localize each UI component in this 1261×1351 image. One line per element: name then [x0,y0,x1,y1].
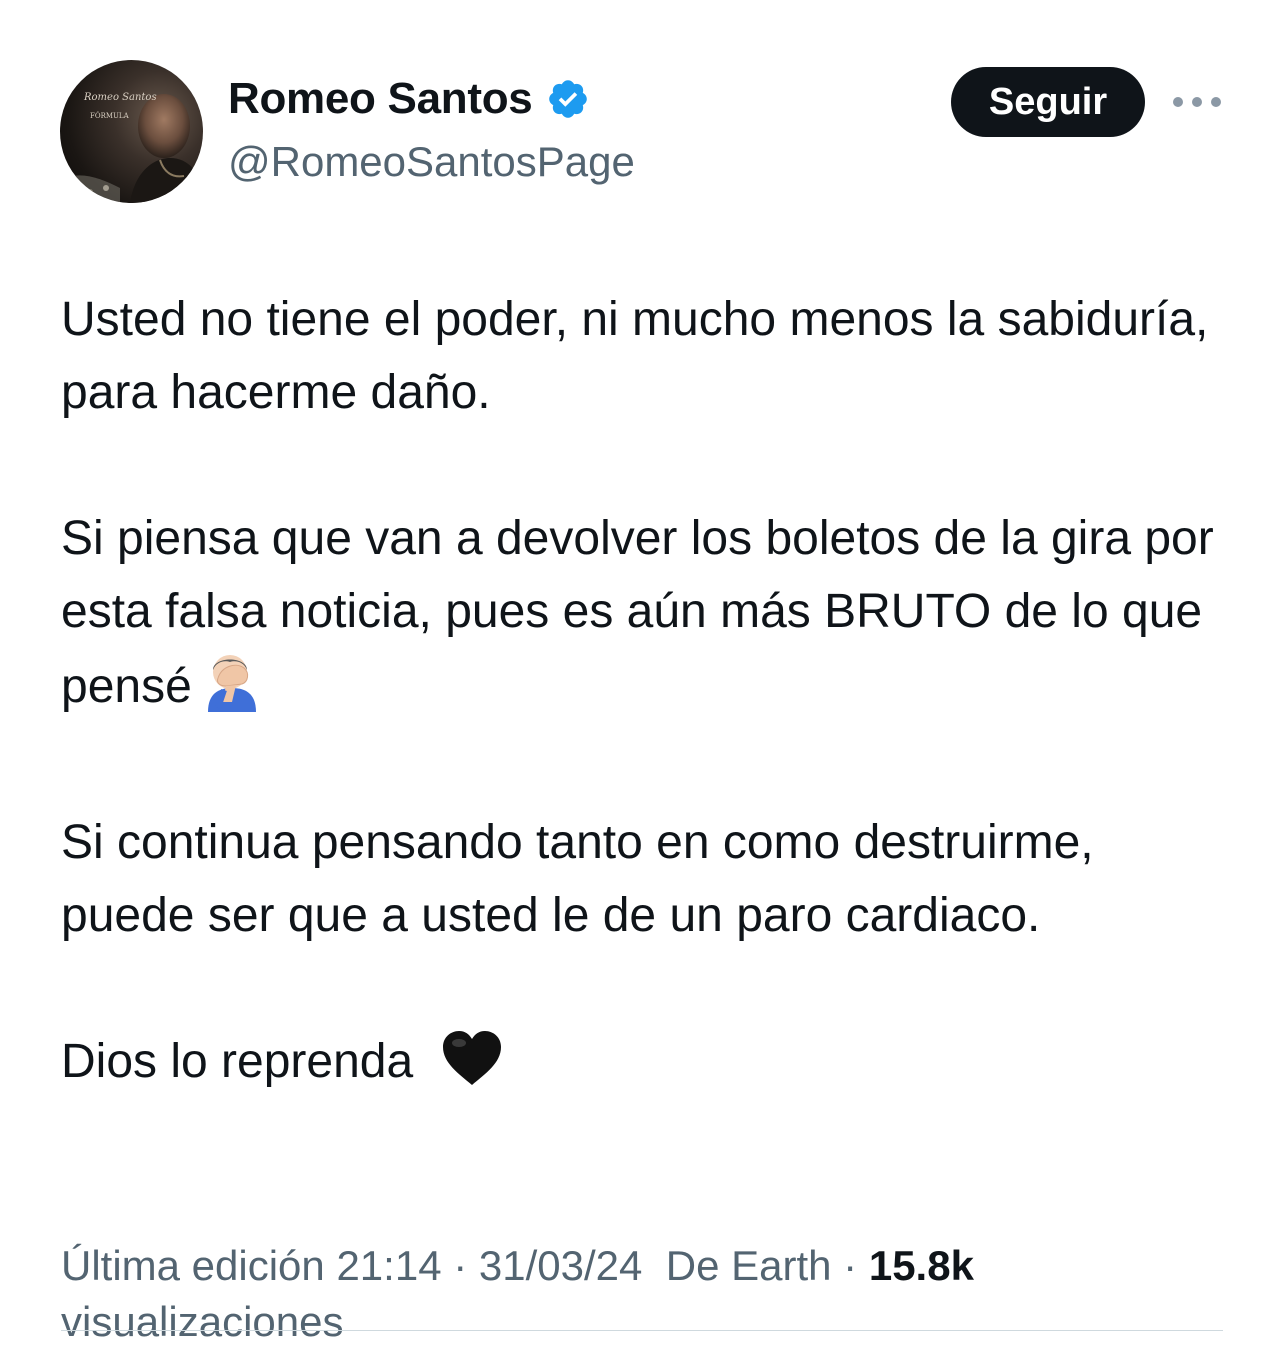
author-display-name[interactable]: Romeo Santos [228,74,533,124]
author-name-row: Romeo Santos [228,74,590,124]
avatar[interactable]: Romeo Santos FÓRMULA [60,60,203,203]
tweet-paragraph: Si continua pensando tanto en como destr… [61,806,1231,952]
follow-button[interactable]: Seguir [951,67,1145,137]
views-label[interactable]: visualizaciones [61,1298,343,1345]
avatar-script-text: Romeo Santos [83,92,157,103]
tweet-paragraph: Si piensa que van a devolver los boletos… [61,502,1231,733]
facepalm-emoji-icon [200,648,264,733]
avatar-album-text: FÓRMULA [90,111,130,120]
divider [61,1330,1223,1331]
black-heart-emoji-icon [441,1029,503,1108]
views-count[interactable]: 15.8k [869,1242,974,1289]
meta-separator: · [843,1242,858,1289]
tweet-paragraph: Usted no tiene el poder, ni mucho menos … [61,283,1231,429]
more-dot [1211,97,1221,107]
tweet-time[interactable]: 21:14 [336,1242,441,1289]
author-handle[interactable]: @RomeoSantosPage [228,138,635,186]
avatar-image: Romeo Santos FÓRMULA [60,92,203,203]
tweet-page: Romeo Santos FÓRMULA Romeo Santos @Romeo… [0,0,1261,1351]
tweet-text: Usted no tiene el poder, ni mucho menos … [61,283,1231,1108]
more-dot [1173,97,1183,107]
tweet-metadata: Última edición 21:14 · 31/03/24 De Earth… [61,1238,1161,1350]
more-dot [1192,97,1202,107]
tweet-paragraph-text: Dios lo reprenda [61,1035,414,1088]
tweet-paragraph-text: Usted no tiene el poder, ni mucho menos … [61,293,1209,419]
tweet-source: De Earth [665,1242,832,1289]
verified-badge-icon[interactable] [546,77,590,121]
meta-separator: · [453,1242,468,1289]
tweet-paragraph-text: Si continua pensando tanto en como destr… [61,816,1094,942]
more-horizontal-icon[interactable] [1173,88,1221,116]
edit-label[interactable]: Última edición [61,1242,325,1289]
tweet-paragraph: Dios lo reprenda [61,1025,1231,1108]
tweet-date[interactable]: 31/03/24 [479,1242,643,1289]
